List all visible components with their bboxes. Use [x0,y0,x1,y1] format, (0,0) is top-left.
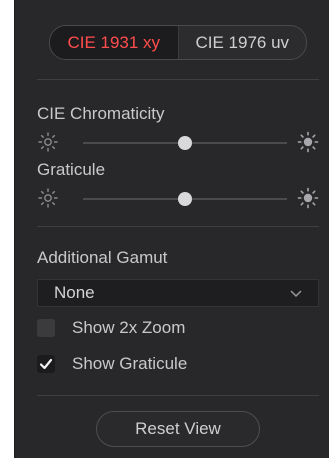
show-graticule-option[interactable]: Show Graticule [37,353,187,375]
additional-gamut-dropdown[interactable]: None [37,279,319,307]
show-2x-zoom-option[interactable]: Show 2x Zoom [37,317,185,339]
zoom-checkbox-label: Show 2x Zoom [72,318,186,337]
graticule-checkbox-label: Show Graticule [72,354,188,373]
chromaticity-slider [37,131,319,155]
divider [37,395,319,396]
zoom-checkbox[interactable] [37,319,55,337]
graticule-slider [37,187,319,211]
tab-cie-1976-uv[interactable]: CIE 1976 uv [179,26,307,59]
divider [37,79,319,80]
dropdown-value: None [54,283,95,302]
brightness-low-icon [38,132,58,152]
graticule-thumb[interactable] [178,192,192,206]
chevron-down-icon [290,290,302,298]
scope-settings-panel: CIE 1931 xy CIE 1976 uv CIE Chromaticity [14,0,329,458]
graticule-checkbox[interactable] [37,355,55,373]
color-space-toggle: CIE 1931 xy CIE 1976 uv [49,25,307,60]
additional-gamut-label: Additional Gamut [37,248,168,267]
brightness-high-icon [297,187,319,209]
reset-view-button[interactable]: Reset View [96,411,260,447]
graticule-track[interactable] [83,192,287,206]
graticule-label: Graticule [37,160,106,179]
divider [37,226,319,227]
brightness-high-icon [297,131,319,153]
chromaticity-thumb[interactable] [178,136,192,150]
brightness-low-icon [38,188,58,208]
tab-cie-1931-xy[interactable]: CIE 1931 xy [50,26,179,59]
checkmark-icon [39,358,53,370]
chromaticity-label: CIE Chromaticity [37,104,165,123]
chromaticity-track[interactable] [83,136,287,150]
